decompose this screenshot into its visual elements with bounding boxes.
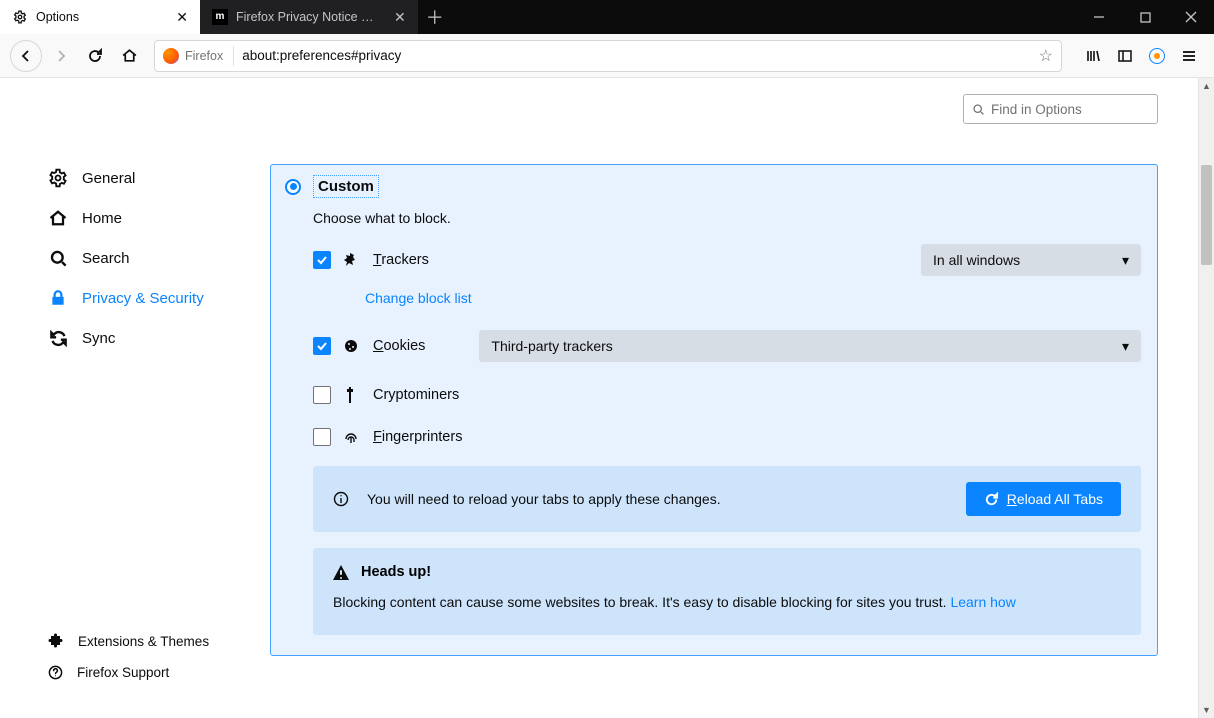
warning-heading: Heads up! bbox=[361, 564, 431, 580]
tab-close-icon[interactable]: ✕ bbox=[394, 9, 406, 26]
sidebar-item-label: General bbox=[82, 170, 135, 187]
fingerprinters-label: Fingerprinters bbox=[373, 429, 462, 445]
sidebar-footer-extensions[interactable]: Extensions & Themes bbox=[40, 625, 240, 657]
cryptominers-label: Cryptominers bbox=[373, 387, 459, 403]
custom-blocking-panel: Custom Choose what to block. Trackers In… bbox=[270, 164, 1158, 656]
sidebar-item-home[interactable]: Home bbox=[40, 198, 240, 238]
gear-icon bbox=[12, 9, 28, 25]
preferences-main: Find in Options Custom Choose what to bl… bbox=[240, 78, 1198, 718]
reload-infobox: You will need to reload your tabs to app… bbox=[313, 466, 1141, 532]
reload-button[interactable] bbox=[80, 41, 110, 71]
learn-how-link[interactable]: Learn how bbox=[950, 594, 1015, 610]
panel-title: Custom bbox=[313, 175, 379, 198]
mozilla-icon: m bbox=[212, 9, 228, 25]
cookies-icon bbox=[343, 338, 361, 354]
cryptominers-checkbox[interactable] bbox=[313, 386, 331, 404]
cookies-checkbox[interactable] bbox=[313, 337, 331, 355]
panel-description: Choose what to block. bbox=[313, 210, 1141, 226]
home-icon bbox=[48, 208, 68, 228]
lock-icon bbox=[48, 288, 68, 308]
sidebar-footer-support[interactable]: Firefox Support bbox=[40, 657, 240, 688]
placeholder-text: Find in Options bbox=[991, 102, 1082, 117]
sidebar-item-label: Home bbox=[82, 210, 122, 227]
home-button[interactable] bbox=[114, 41, 144, 71]
option-fingerprinters: Fingerprinters bbox=[313, 428, 1141, 446]
warning-message: Blocking content can cause some websites… bbox=[333, 594, 950, 610]
back-button[interactable] bbox=[10, 40, 42, 72]
scroll-up-arrow[interactable]: ▲ bbox=[1199, 78, 1214, 94]
puzzle-icon bbox=[48, 633, 64, 649]
preferences-sidebar: General Home Search Privacy & Security S… bbox=[0, 78, 240, 718]
cookies-type-select[interactable]: Third-party trackers ▾ bbox=[479, 330, 1141, 362]
select-value: Third-party trackers bbox=[491, 338, 612, 354]
sidebar-item-privacy[interactable]: Privacy & Security bbox=[40, 278, 240, 318]
window-titlebar: Options ✕ m Firefox Privacy Notice — Moz… bbox=[0, 0, 1214, 34]
preferences-page: General Home Search Privacy & Security S… bbox=[0, 78, 1214, 718]
sidebar-button[interactable] bbox=[1110, 41, 1140, 71]
search-icon bbox=[48, 248, 68, 268]
scroll-down-arrow[interactable]: ▼ bbox=[1199, 702, 1214, 718]
option-cryptominers: Cryptominers bbox=[313, 386, 1141, 404]
sync-icon bbox=[48, 328, 68, 348]
sidebar-item-search[interactable]: Search bbox=[40, 238, 240, 278]
library-button[interactable] bbox=[1078, 41, 1108, 71]
maximize-button[interactable] bbox=[1122, 0, 1168, 34]
reload-message: You will need to reload your tabs to app… bbox=[367, 488, 948, 510]
close-window-button[interactable] bbox=[1168, 0, 1214, 34]
info-icon bbox=[333, 491, 349, 507]
identity-box[interactable]: Firefox bbox=[163, 46, 234, 66]
fingerprinters-checkbox[interactable] bbox=[313, 428, 331, 446]
chevron-down-icon: ▾ bbox=[1122, 338, 1129, 355]
find-in-options-input[interactable]: Find in Options bbox=[963, 94, 1158, 124]
menu-button[interactable] bbox=[1174, 41, 1204, 71]
trackers-label: Trackers bbox=[373, 252, 429, 268]
account-button[interactable] bbox=[1142, 41, 1172, 71]
warning-icon bbox=[333, 565, 349, 580]
minimize-button[interactable] bbox=[1076, 0, 1122, 34]
nav-toolbar: Firefox about:preferences#privacy ☆ bbox=[0, 34, 1214, 78]
tab-strip: Options ✕ m Firefox Privacy Notice — Moz… bbox=[0, 0, 452, 34]
identity-label: Firefox bbox=[185, 49, 223, 63]
chevron-down-icon: ▾ bbox=[1122, 252, 1129, 269]
firefox-icon bbox=[163, 48, 179, 64]
heads-up-warning: Heads up! Blocking content can cause som… bbox=[313, 548, 1141, 635]
reload-icon bbox=[984, 492, 999, 507]
sidebar-footer-label: Extensions & Themes bbox=[78, 634, 209, 649]
tab-firefox-privacy[interactable]: m Firefox Privacy Notice — Mozil ✕ bbox=[200, 0, 418, 34]
forward-button[interactable] bbox=[46, 41, 76, 71]
scrollbar-thumb[interactable] bbox=[1201, 165, 1212, 265]
button-label: Reload All Tabs bbox=[1007, 491, 1103, 507]
window-controls bbox=[1076, 0, 1214, 34]
gear-icon bbox=[48, 168, 68, 188]
vertical-scrollbar[interactable]: ▲ ▼ bbox=[1198, 78, 1214, 718]
custom-radio[interactable] bbox=[285, 179, 301, 195]
option-trackers: Trackers In all windows ▾ bbox=[313, 244, 1141, 276]
sidebar-item-label: Privacy & Security bbox=[82, 290, 204, 307]
fingerprint-icon bbox=[343, 429, 361, 445]
bookmark-star-icon[interactable]: ☆ bbox=[1039, 46, 1053, 66]
sidebar-item-label: Sync bbox=[82, 330, 115, 347]
search-icon bbox=[972, 103, 985, 116]
reload-all-tabs-button[interactable]: Reload All Tabs bbox=[966, 482, 1121, 516]
option-cookies: Cookies Third-party trackers ▾ bbox=[313, 330, 1141, 362]
trackers-icon bbox=[343, 252, 361, 268]
sidebar-item-sync[interactable]: Sync bbox=[40, 318, 240, 358]
tab-close-icon[interactable]: ✕ bbox=[176, 9, 188, 26]
sidebar-footer-label: Firefox Support bbox=[77, 665, 169, 680]
url-bar[interactable]: Firefox about:preferences#privacy ☆ bbox=[154, 40, 1062, 72]
tab-options[interactable]: Options ✕ bbox=[0, 0, 200, 34]
sidebar-item-label: Search bbox=[82, 250, 130, 267]
tab-label: Options bbox=[36, 10, 79, 24]
url-text: about:preferences#privacy bbox=[242, 48, 1030, 63]
cryptominers-icon bbox=[343, 387, 361, 403]
trackers-scope-select[interactable]: In all windows ▾ bbox=[921, 244, 1141, 276]
trackers-checkbox[interactable] bbox=[313, 251, 331, 269]
sidebar-item-general[interactable]: General bbox=[40, 158, 240, 198]
help-icon bbox=[48, 665, 63, 680]
select-value: In all windows bbox=[933, 252, 1020, 268]
new-tab-button[interactable]: ＋ bbox=[418, 0, 452, 34]
tab-label: Firefox Privacy Notice — Mozil bbox=[236, 10, 386, 24]
cookies-label: Cookies bbox=[373, 338, 425, 354]
change-block-list-link[interactable]: Change block list bbox=[365, 290, 472, 306]
